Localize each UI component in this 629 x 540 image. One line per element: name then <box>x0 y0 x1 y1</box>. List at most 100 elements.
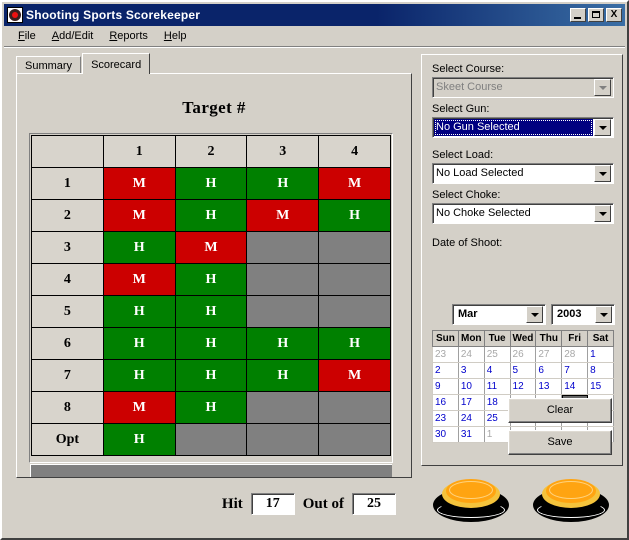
calendar-day[interactable]: 4 <box>483 362 511 379</box>
score-cell[interactable]: M <box>318 359 391 392</box>
menu-item-add-edit-rest: dd/Edit <box>59 30 94 42</box>
score-cell[interactable]: M <box>246 199 320 232</box>
score-cell[interactable]: H <box>318 199 391 232</box>
score-cell[interactable]: H <box>102 231 176 264</box>
clay-target-icon <box>433 478 509 524</box>
chevron-down-icon[interactable] <box>594 119 611 136</box>
select-gun-combo[interactable]: No Gun Selected <box>432 117 614 138</box>
score-cell[interactable] <box>246 231 320 264</box>
out-of-value-field[interactable]: 25 <box>352 493 396 515</box>
tab-strip: Summary Scorecard <box>16 53 151 74</box>
calendar-day-header: Sat <box>587 330 614 347</box>
calendar-day[interactable]: 24 <box>457 346 485 363</box>
calendar-day[interactable]: 11 <box>483 378 511 395</box>
select-choke-combo[interactable]: No Choke Selected <box>432 203 614 224</box>
calendar-day[interactable]: 16 <box>432 394 459 411</box>
save-button[interactable]: Save <box>508 430 612 455</box>
score-cell[interactable]: H <box>102 327 176 360</box>
select-course-value: Skeet Course <box>436 81 503 93</box>
chevron-down-icon[interactable] <box>595 306 612 323</box>
calendar-day[interactable]: 5 <box>509 362 537 379</box>
score-cell[interactable]: H <box>246 327 320 360</box>
minimize-button[interactable] <box>570 8 586 22</box>
calendar-day-header: Wed <box>509 330 537 347</box>
menu-item-help[interactable]: Help <box>156 28 195 44</box>
calendar-day[interactable]: 23 <box>432 410 459 427</box>
calendar-day[interactable]: 28 <box>561 346 589 363</box>
chevron-down-icon[interactable] <box>526 306 543 323</box>
table-row: 3HM <box>31 231 391 264</box>
calendar-day[interactable]: 26 <box>509 346 537 363</box>
calendar-day[interactable]: 31 <box>457 426 485 443</box>
calendar-day[interactable]: 30 <box>432 426 459 443</box>
score-cell[interactable]: H <box>174 199 248 232</box>
calendar-day[interactable]: 13 <box>535 378 563 395</box>
menu-item-add-edit[interactable]: Add/Edit <box>44 28 102 44</box>
clear-button[interactable]: Clear <box>508 398 612 423</box>
menu-item-reports[interactable]: Reports <box>101 28 156 44</box>
calendar-day[interactable]: 25 <box>483 410 511 427</box>
score-cell[interactable]: M <box>102 199 176 232</box>
calendar-day[interactable]: 1 <box>483 426 511 443</box>
score-summary-row: Hit 17 Out of 25 <box>16 484 412 524</box>
score-cell[interactable]: M <box>102 263 176 296</box>
score-cell[interactable]: M <box>174 231 248 264</box>
score-cell[interactable] <box>318 295 391 328</box>
score-cell[interactable] <box>246 423 320 456</box>
calendar-day[interactable]: 7 <box>561 362 589 379</box>
calendar-day[interactable]: 23 <box>432 346 459 363</box>
grid-corner-cell <box>31 135 104 168</box>
score-cell[interactable]: H <box>246 167 320 200</box>
score-cell[interactable] <box>174 423 248 456</box>
chevron-down-icon[interactable] <box>594 165 611 182</box>
calendar-day[interactable]: 25 <box>483 346 511 363</box>
grid-horizontal-scrollbar[interactable] <box>30 464 392 477</box>
score-cell[interactable] <box>318 231 391 264</box>
calendar-day[interactable]: 9 <box>432 378 459 395</box>
calendar-day[interactable]: 1 <box>587 346 614 363</box>
score-cell[interactable] <box>318 263 391 296</box>
tab-summary[interactable]: Summary <box>16 56 82 74</box>
calendar-day[interactable]: 15 <box>587 378 614 395</box>
score-cell[interactable]: M <box>318 167 391 200</box>
score-cell[interactable]: H <box>174 391 248 424</box>
score-cell[interactable]: H <box>174 167 248 200</box>
year-combo[interactable]: 2003 <box>551 304 615 325</box>
hit-value-field[interactable]: 17 <box>250 493 295 515</box>
score-cell[interactable]: H <box>174 327 248 360</box>
calendar-day[interactable]: 18 <box>483 394 511 411</box>
score-cell[interactable]: H <box>174 263 248 296</box>
calendar-day[interactable]: 8 <box>587 362 614 379</box>
tab-scorecard[interactable]: Scorecard <box>82 53 151 74</box>
month-combo[interactable]: Mar <box>452 304 546 325</box>
calendar-day[interactable]: 14 <box>561 378 589 395</box>
select-load-combo[interactable]: No Load Selected <box>432 163 614 184</box>
score-cell[interactable]: H <box>102 359 176 392</box>
score-cell[interactable] <box>246 391 320 424</box>
calendar-day[interactable]: 10 <box>457 378 485 395</box>
score-cell[interactable]: M <box>102 167 176 200</box>
score-cell[interactable]: H <box>174 359 248 392</box>
score-cell[interactable]: H <box>102 295 176 328</box>
score-cell[interactable]: H <box>174 295 248 328</box>
score-cell[interactable]: H <box>246 359 320 392</box>
calendar-day[interactable]: 3 <box>457 362 485 379</box>
calendar-day[interactable]: 27 <box>535 346 563 363</box>
maximize-button[interactable] <box>588 8 604 22</box>
calendar-day[interactable]: 12 <box>509 378 537 395</box>
calendar-day[interactable]: 6 <box>535 362 563 379</box>
score-cell[interactable]: M <box>102 391 176 424</box>
close-button[interactable]: X <box>606 8 622 22</box>
calendar-day[interactable]: 17 <box>457 394 485 411</box>
score-cell[interactable] <box>318 423 391 456</box>
calendar-week-row: 9 10 11 12 13 14 15 <box>432 378 614 395</box>
score-cell[interactable] <box>246 295 320 328</box>
calendar-day[interactable]: 2 <box>432 362 459 379</box>
score-cell[interactable]: H <box>318 327 391 360</box>
score-cell[interactable] <box>246 263 320 296</box>
chevron-down-icon[interactable] <box>594 205 611 222</box>
score-cell[interactable]: H <box>102 423 176 456</box>
calendar-day[interactable]: 24 <box>457 410 485 427</box>
menu-item-file[interactable]: File <box>10 28 44 44</box>
score-cell[interactable] <box>318 391 391 424</box>
